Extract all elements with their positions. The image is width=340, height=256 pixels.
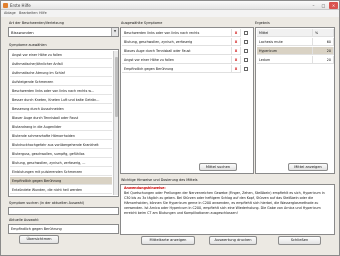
selected-symptom-item[interactable]: Angst vor einer Höhe zu fallen bbox=[122, 56, 232, 64]
minimize-button[interactable]: – bbox=[309, 2, 318, 9]
selected-symptom-item[interactable]: Blaues Auge durch Tennisball oder Faust bbox=[122, 47, 232, 55]
menu-bar: Ablage Bearbeiten Hilfe bbox=[1, 10, 339, 17]
window-title: Erste Hilfe bbox=[10, 3, 31, 8]
print-evaluation-button[interactable]: Auswertung drucken bbox=[209, 236, 257, 245]
results-label: Ergebnis bbox=[255, 21, 270, 25]
symptom-search-input[interactable] bbox=[8, 207, 119, 215]
selected-symptom-list[interactable]: Beschwerden links oder von links nach re… bbox=[120, 27, 254, 174]
symptom-list-item[interactable]: Blutandrang in die Augenlider bbox=[10, 123, 112, 131]
remove-symptom-icon[interactable]: X bbox=[232, 65, 241, 73]
result-remedy-name[interactable]: Lachesis mute bbox=[257, 38, 313, 46]
symptom-list-item[interactable]: Empfindlich gegen Berührung bbox=[10, 177, 112, 185]
injury-type-select[interactable]: Bisswunden ▼ bbox=[8, 27, 119, 37]
selected-symptom-item[interactable]: Blutung, geschwollen, zynisch, zerfaseri… bbox=[122, 38, 232, 46]
result-remedy-name[interactable]: Ledum bbox=[257, 56, 313, 64]
result-percent: 20 bbox=[313, 56, 334, 64]
result-remedy-name[interactable]: Hypericum bbox=[257, 47, 313, 55]
symptom-list-scrollbar[interactable] bbox=[113, 51, 118, 195]
title-bar: Erste Hilfe – □ × bbox=[1, 1, 339, 10]
remedy-chart-button[interactable]: Mittelkarte anzeigen bbox=[141, 236, 195, 245]
app-icon bbox=[3, 3, 8, 8]
selected-symptoms-label: Ausgewählte Symptome bbox=[121, 21, 163, 25]
selected-symptom-item[interactable]: Empfindlich gegen Berührung bbox=[122, 65, 232, 73]
column-header-remedy[interactable]: Mittel bbox=[257, 29, 313, 37]
scrollbar-thumb[interactable] bbox=[115, 57, 118, 117]
remove-symptom-icon[interactable]: X bbox=[232, 56, 241, 64]
remove-symptom-icon[interactable]: X bbox=[232, 47, 241, 55]
chevron-down-icon: ▼ bbox=[111, 28, 118, 36]
notes-label: Wichtige Hinweise und Dosierung des Mitt… bbox=[121, 178, 198, 182]
result-percent: 20 bbox=[313, 47, 334, 55]
menu-bearbeiten[interactable]: Bearbeiten bbox=[19, 11, 38, 15]
menu-hilfe[interactable]: Hilfe bbox=[39, 11, 47, 15]
symptom-checkbox[interactable] bbox=[244, 58, 248, 62]
result-percent: 60 bbox=[313, 38, 334, 46]
symptom-checkbox[interactable] bbox=[244, 67, 248, 71]
symptoms-label: Symptome auswählen bbox=[9, 43, 47, 47]
symptom-list-item[interactable]: Asthmatische Atmung im Schlaf bbox=[10, 69, 112, 77]
symptom-list-item[interactable]: Asthmatischer/ähnlicher Anfall bbox=[10, 60, 112, 68]
symptom-list-item[interactable]: Aufsteigende Schmerzen bbox=[10, 78, 112, 86]
symptom-list-item[interactable]: Angst vor einer Höhe zu fallen bbox=[10, 51, 112, 59]
show-remedy-button[interactable]: Mittel anzeigen bbox=[288, 163, 328, 171]
remove-symptom-icon[interactable]: X bbox=[232, 29, 241, 37]
symptom-list-item[interactable]: Blutdruckhochgefahr aus vorübergehende K… bbox=[10, 141, 112, 149]
results-table[interactable]: Mittel% Lachesis mute 60 Hypericum 20 Ledum 20 bbox=[255, 27, 335, 174]
close-window-button[interactable]: × bbox=[329, 2, 338, 9]
close-button[interactable]: Schließen bbox=[278, 236, 321, 245]
overview-button[interactable]: Übersichtmen bbox=[19, 235, 59, 244]
symptom-list-item[interactable]: Besser durch Kneten, Kneten Luft und kal… bbox=[10, 96, 112, 104]
injury-type-value: Bisswunden bbox=[11, 30, 34, 35]
notes-textbox: Anwendungshinweise: Bei Quetschungen ode… bbox=[120, 184, 335, 235]
notes-body: Bei Quetschungen oder Prellungen der Ner… bbox=[124, 191, 325, 215]
symptom-list-item[interactable]: Beschwerden links oder von links nach re… bbox=[10, 87, 112, 95]
symptom-list-item[interactable]: Entzündete Wunden, die nicht heil werden bbox=[10, 186, 112, 194]
remove-symptom-icon[interactable]: X bbox=[232, 38, 241, 46]
symptom-search-label: Symptom suchen (in der aktuellen Auswahl… bbox=[9, 201, 85, 205]
injury-type-label: Art der Beschwerden/Verletzung bbox=[9, 21, 64, 25]
find-remedies-button[interactable]: Mittel suchen bbox=[199, 163, 237, 171]
app-window: Erste Hilfe – □ × Ablage Bearbeiten Hilf… bbox=[0, 0, 340, 256]
menu-ablage[interactable]: Ablage bbox=[4, 11, 16, 15]
current-selection-value: Empfindlich gegen Berührung bbox=[11, 227, 62, 231]
symptom-list-item[interactable]: Blauer Auge durch Tennisball oder Faust bbox=[10, 114, 112, 122]
symptom-checkbox[interactable] bbox=[244, 31, 248, 35]
symptom-checkbox[interactable] bbox=[244, 40, 248, 44]
maximize-button[interactable]: □ bbox=[319, 2, 328, 9]
current-selection-label: Aktuelle Auswahl: bbox=[9, 218, 40, 222]
selected-symptom-item[interactable]: Beschwerden links oder von links nach re… bbox=[122, 29, 232, 37]
symptom-checkbox[interactable] bbox=[244, 49, 248, 53]
symptom-list-item[interactable]: Besserung durch Ausschneiden bbox=[10, 105, 112, 113]
column-header-percent[interactable]: % bbox=[313, 29, 334, 37]
symptom-list-item[interactable]: Bluterguss, geschwollen, sumpfig, gefühl… bbox=[10, 150, 112, 158]
symptom-list-item[interactable]: Blutende schmerzhafte Hämorrhoiden bbox=[10, 132, 112, 140]
symptom-list[interactable]: Angst vor einer Höhe zu fallen Asthmatisc… bbox=[8, 49, 119, 197]
symptom-list-item[interactable]: Einblutungen mit pulsierenden Schmerzen bbox=[10, 168, 112, 176]
symptom-list-item[interactable]: Blutung, geschwollen, zynisch, zerfaseri… bbox=[10, 159, 112, 167]
current-selection-field: Empfindlich gegen Berührung bbox=[8, 224, 119, 234]
